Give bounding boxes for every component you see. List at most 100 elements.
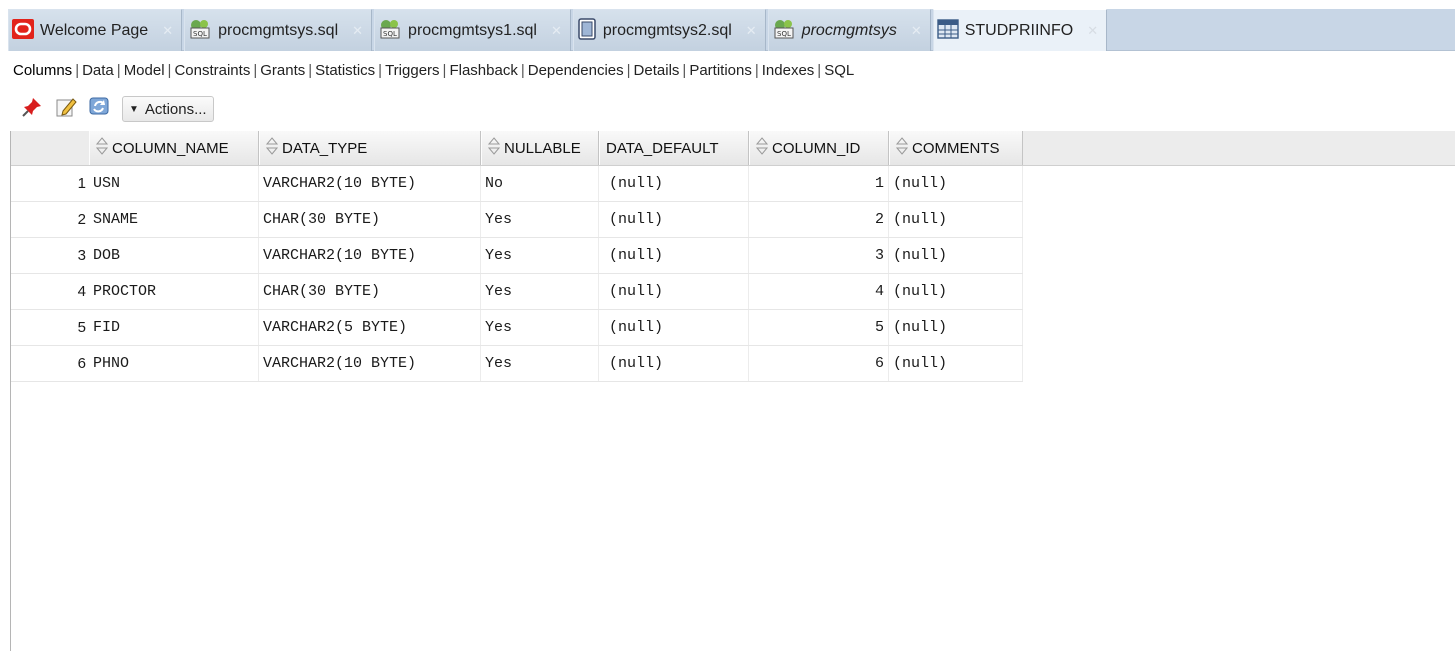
row-number: 2 <box>77 211 86 228</box>
cell-data-type[interactable]: CHAR(30 BYTE) <box>259 274 481 309</box>
columns-toolbar: ▼ Actions... <box>18 94 214 124</box>
header-comments[interactable]: COMMENTS <box>889 131 1023 165</box>
header-data-default[interactable]: DATA_DEFAULT <box>599 131 749 165</box>
cell-data-type[interactable]: VARCHAR2(10 BYTE) <box>259 166 481 201</box>
pin-button[interactable] <box>18 95 46 123</box>
cell-column-name[interactable]: PROCTOR <box>89 274 259 309</box>
tab-label: procmgmtsys1.sql <box>408 21 537 39</box>
row-number: 4 <box>77 283 86 300</box>
tab-welcome-page[interactable]: Welcome Page ✕ <box>8 9 183 51</box>
table-row[interactable]: 5 FID VARCHAR2(5 BYTE) Yes (null) 5 (nul… <box>11 310 1023 346</box>
cell-column-id[interactable]: 1 <box>749 166 889 201</box>
cell-data-type[interactable]: CHAR(30 BYTE) <box>259 202 481 237</box>
cell-data-default[interactable]: (null) <box>599 166 749 201</box>
grid-header: COLUMN_NAME DATA_TYPE NULLABLE DATA_DEFA… <box>11 131 1455 166</box>
close-icon[interactable]: ✕ <box>746 23 757 39</box>
cell-column-id[interactable]: 5 <box>749 310 889 345</box>
sort-icon <box>95 137 109 159</box>
cell-nullable[interactable]: Yes <box>481 346 599 381</box>
columns-grid: COLUMN_NAME DATA_TYPE NULLABLE DATA_DEFA… <box>10 131 1455 651</box>
cell-nullable[interactable]: Yes <box>481 274 599 309</box>
cell-comments[interactable]: (null) <box>889 310 1023 345</box>
cell-data-type[interactable]: VARCHAR2(5 BYTE) <box>259 310 481 345</box>
row-number: 1 <box>77 175 86 192</box>
header-column-name[interactable]: COLUMN_NAME <box>89 131 259 165</box>
cell-data-default[interactable]: (null) <box>599 202 749 237</box>
subtab-triggers[interactable]: Triggers <box>382 62 442 79</box>
table-row[interactable]: 4 PROCTOR CHAR(30 BYTE) Yes (null) 4 (nu… <box>11 274 1023 310</box>
cell-column-name[interactable]: FID <box>89 310 259 345</box>
svg-text:SQL: SQL <box>777 30 791 38</box>
cell-column-name[interactable]: PHNO <box>89 346 259 381</box>
cell-comments[interactable]: (null) <box>889 274 1023 309</box>
cell-data-type[interactable]: VARCHAR2(10 BYTE) <box>259 346 481 381</box>
oracle-logo-icon <box>12 18 34 43</box>
header-label: COMMENTS <box>912 139 1000 157</box>
refresh-button[interactable] <box>86 95 114 123</box>
header-data-type[interactable]: DATA_TYPE <box>259 131 481 165</box>
subtab-data[interactable]: Data <box>79 62 117 79</box>
tab-procmgmtsys1-sql[interactable]: SQL procmgmtsys1.sql ✕ <box>374 9 571 51</box>
cell-data-default[interactable]: (null) <box>599 346 749 381</box>
subtab-sql[interactable]: SQL <box>821 62 857 79</box>
header-label: COLUMN_NAME <box>112 139 229 157</box>
header-column-id[interactable]: COLUMN_ID <box>749 131 889 165</box>
cell-column-id[interactable]: 4 <box>749 274 889 309</box>
tab-procmgmtsys2-sql[interactable]: procmgmtsys2.sql ✕ <box>572 9 766 51</box>
actions-dropdown-button[interactable]: ▼ Actions... <box>122 96 214 122</box>
cell-nullable[interactable]: No <box>481 166 599 201</box>
cell-comments[interactable]: (null) <box>889 166 1023 201</box>
cell-nullable[interactable]: Yes <box>481 202 599 237</box>
close-icon[interactable]: ✕ <box>1087 23 1098 39</box>
cell-column-id[interactable]: 3 <box>749 238 889 273</box>
subtab-statistics[interactable]: Statistics <box>312 62 378 79</box>
header-label: DATA_DEFAULT <box>606 139 719 157</box>
row-number: 5 <box>77 319 86 336</box>
table-icon <box>937 18 959 43</box>
cell-data-default[interactable]: (null) <box>599 310 749 345</box>
close-icon[interactable]: ✕ <box>551 23 562 39</box>
table-row[interactable]: 1 USN VARCHAR2(10 BYTE) No (null) 1 (nul… <box>11 166 1023 202</box>
subtab-grants[interactable]: Grants <box>257 62 308 79</box>
tab-label: STUDPRIINFO <box>964 21 1074 39</box>
edit-pencil-icon <box>55 96 77 122</box>
subtab-columns[interactable]: Columns <box>10 62 75 79</box>
subtab-flashback[interactable]: Flashback <box>446 62 520 79</box>
cell-column-id[interactable]: 2 <box>749 202 889 237</box>
table-row[interactable]: 6 PHNO VARCHAR2(10 BYTE) Yes (null) 6 (n… <box>11 346 1023 382</box>
cell-column-name[interactable]: USN <box>89 166 259 201</box>
cell-comments[interactable]: (null) <box>889 238 1023 273</box>
subtab-partitions[interactable]: Partitions <box>686 62 755 79</box>
row-number: 3 <box>77 247 86 264</box>
subtab-indexes[interactable]: Indexes <box>759 62 818 79</box>
close-icon[interactable]: ✕ <box>911 23 922 39</box>
subtab-details[interactable]: Details <box>631 62 683 79</box>
table-row[interactable]: 3 DOB VARCHAR2(10 BYTE) Yes (null) 3 (nu… <box>11 238 1023 274</box>
cell-data-default[interactable]: (null) <box>599 238 749 273</box>
actions-label: Actions... <box>144 100 207 118</box>
tab-label: procmgmtsys <box>801 21 897 39</box>
cell-column-name[interactable]: DOB <box>89 238 259 273</box>
tab-studpriinfo[interactable]: STUDPRIINFO ✕ <box>932 9 1108 51</box>
cell-nullable[interactable]: Yes <box>481 238 599 273</box>
close-icon[interactable]: ✕ <box>162 23 173 39</box>
cell-comments[interactable]: (null) <box>889 346 1023 381</box>
cell-comments[interactable]: (null) <box>889 202 1023 237</box>
cell-column-name[interactable]: SNAME <box>89 202 259 237</box>
subtab-dependencies[interactable]: Dependencies <box>525 62 627 79</box>
cell-column-id[interactable]: 6 <box>749 346 889 381</box>
header-nullable[interactable]: NULLABLE <box>481 131 599 165</box>
close-icon[interactable]: ✕ <box>352 23 363 39</box>
edit-button[interactable] <box>52 95 80 123</box>
table-row[interactable]: 2 SNAME CHAR(30 BYTE) Yes (null) 2 (null… <box>11 202 1023 238</box>
svg-text:SQL: SQL <box>383 30 397 38</box>
tab-procmgmtsys[interactable]: SQL procmgmtsys ✕ <box>767 9 931 51</box>
cell-data-default[interactable]: (null) <box>599 274 749 309</box>
cell-data-type[interactable]: VARCHAR2(10 BYTE) <box>259 238 481 273</box>
sort-icon <box>895 137 909 159</box>
cell-nullable[interactable]: Yes <box>481 310 599 345</box>
tab-procmgmtsys-sql[interactable]: SQL procmgmtsys.sql ✕ <box>184 9 373 51</box>
pin-icon <box>21 96 43 122</box>
subtab-constraints[interactable]: Constraints <box>171 62 253 79</box>
subtab-model[interactable]: Model <box>121 62 168 79</box>
